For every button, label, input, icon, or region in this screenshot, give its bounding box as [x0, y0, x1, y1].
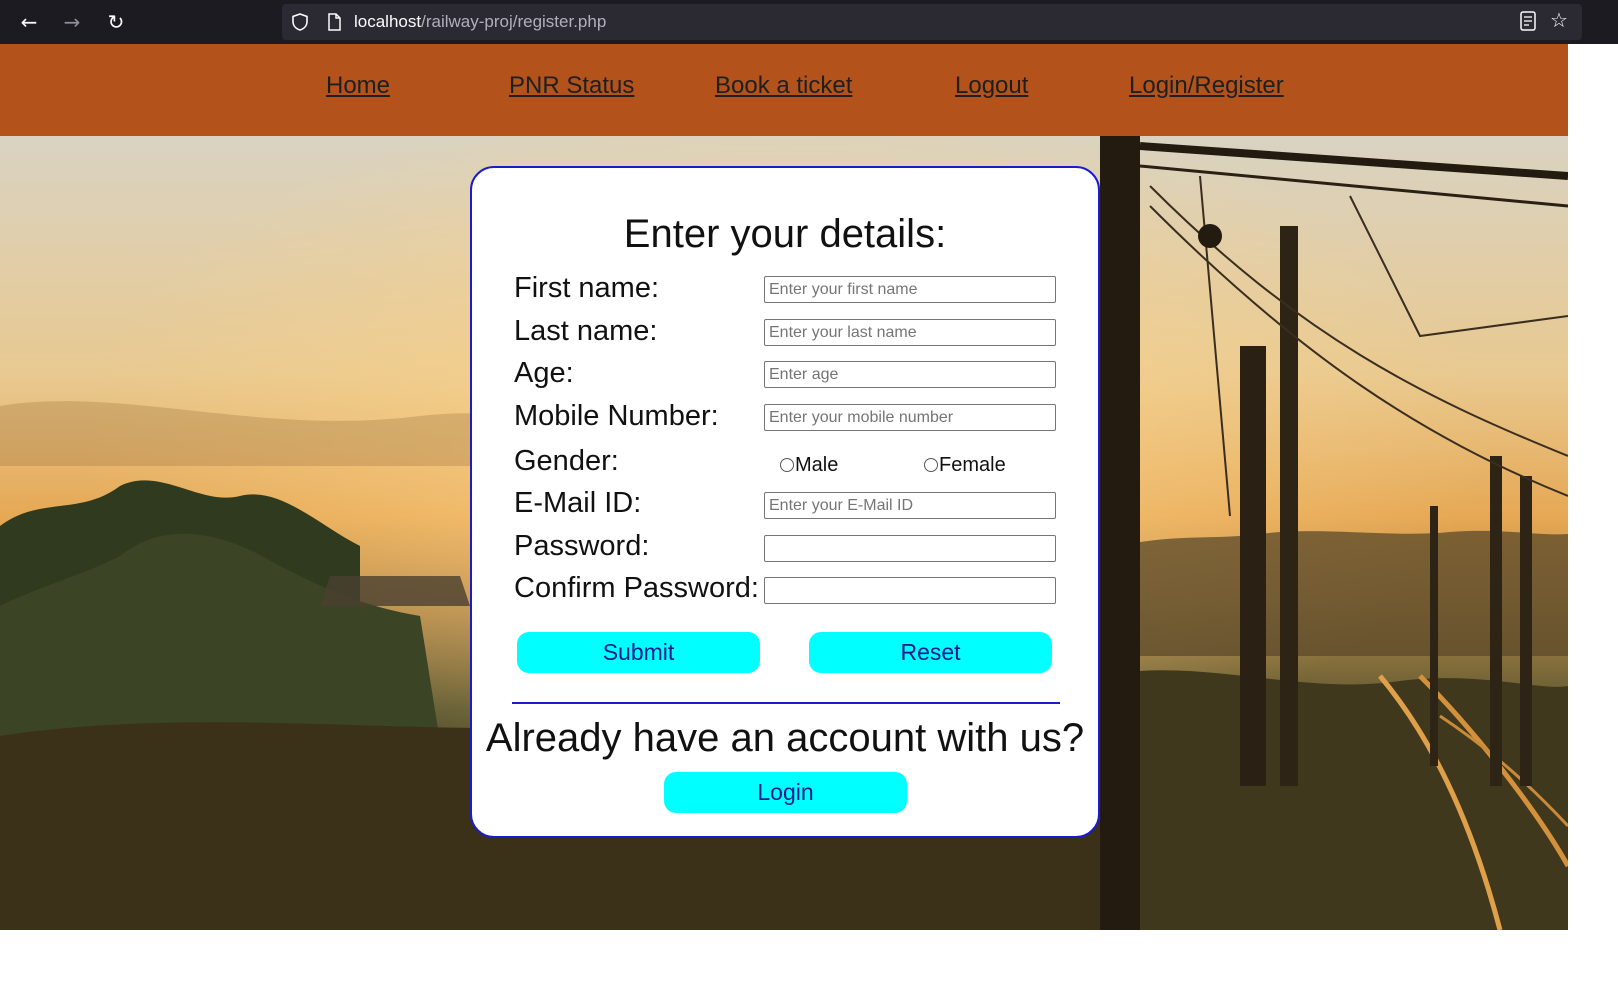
- site-nav-header: Home PNR Status Book a ticket Logout Log…: [0, 44, 1568, 136]
- reload-icon[interactable]: ↻: [102, 8, 130, 36]
- url-host: localhost: [354, 12, 422, 31]
- nav-link-logout[interactable]: Logout: [955, 72, 1028, 100]
- mobile-number-input[interactable]: [764, 404, 1056, 431]
- login-button[interactable]: Login: [664, 772, 907, 813]
- age-label: Age:: [514, 357, 574, 389]
- page-right-margin: [1568, 44, 1618, 988]
- last-name-label: Last name:: [514, 315, 658, 347]
- nav-link-pnr-status[interactable]: PNR Status: [509, 72, 634, 100]
- email-label: E-Mail ID:: [514, 487, 642, 519]
- form-divider: [512, 702, 1060, 704]
- first-name-label: First name:: [514, 272, 660, 304]
- reset-button[interactable]: Reset: [809, 632, 1052, 673]
- confirm-password-input[interactable]: [764, 577, 1056, 604]
- confirm-password-label: Confirm Password:: [514, 572, 759, 604]
- last-name-input[interactable]: [764, 319, 1056, 346]
- radio-label-male: Male: [795, 454, 839, 476]
- password-label: Password:: [514, 530, 650, 562]
- radio-button-male[interactable]: [780, 458, 794, 472]
- registration-form-card: Enter your details: First name: Last nam…: [470, 166, 1100, 838]
- gender-label: Gender:: [514, 445, 619, 477]
- email-input[interactable]: [764, 492, 1056, 519]
- nav-link-login-register[interactable]: Login/Register: [1129, 72, 1284, 100]
- password-input[interactable]: [764, 535, 1056, 562]
- back-arrow-icon[interactable]: ←: [15, 8, 43, 36]
- page-icon: [328, 13, 341, 31]
- already-have-account-text: Already have an account with us?: [485, 716, 1085, 760]
- browser-toolbar: ← → ↻ localhost/railway-proj/register.ph…: [0, 0, 1618, 44]
- gender-radio-male[interactable]: Male: [780, 454, 838, 477]
- age-input[interactable]: [764, 361, 1056, 388]
- gender-radio-female[interactable]: Female: [924, 454, 1006, 477]
- forward-arrow-icon[interactable]: →: [58, 8, 86, 36]
- radio-button-female[interactable]: [924, 458, 938, 472]
- url-text[interactable]: localhost/railway-proj/register.php: [354, 4, 606, 40]
- reader-view-icon[interactable]: [1518, 10, 1538, 32]
- shield-icon[interactable]: [290, 12, 310, 32]
- submit-button[interactable]: Submit: [517, 632, 760, 673]
- nav-link-home[interactable]: Home: [326, 72, 390, 100]
- bookmark-star-icon[interactable]: ☆: [1550, 8, 1574, 32]
- address-bar[interactable]: localhost/railway-proj/register.php: [282, 4, 1582, 40]
- mobile-number-label: Mobile Number:: [514, 400, 719, 432]
- nav-link-book-ticket[interactable]: Book a ticket: [715, 72, 852, 100]
- url-path: /railway-proj/register.php: [421, 12, 607, 31]
- form-title: Enter your details:: [623, 212, 947, 256]
- radio-label-female: Female: [939, 454, 1006, 476]
- first-name-input[interactable]: [764, 276, 1056, 303]
